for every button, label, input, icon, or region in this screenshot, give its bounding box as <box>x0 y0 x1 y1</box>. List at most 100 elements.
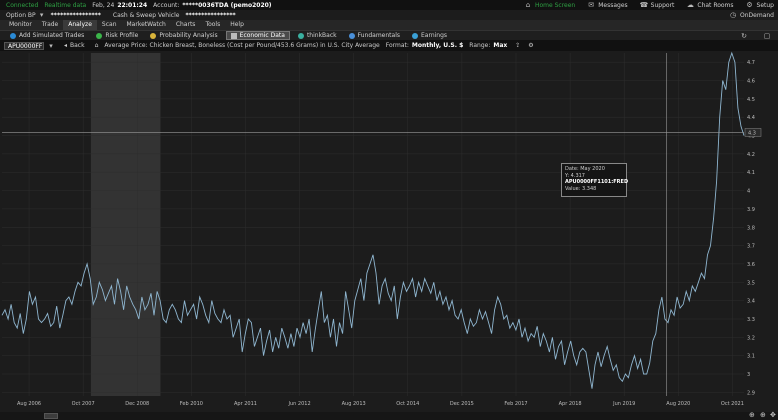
symbol-input[interactable]: APU0000FF1101:FRED <box>4 41 44 50</box>
x-tick-label: Jun 2019 <box>612 401 635 407</box>
gear-icon[interactable]: ⚙ <box>528 42 533 49</box>
x-tick-label: Aug 2013 <box>342 401 366 407</box>
data-tooltip: Date: May 2020 Y: 4.317 APU0000FF1101:FR… <box>561 163 628 197</box>
status-bar: Connected Realtime data Feb, 24 22:01:24… <box>0 0 778 10</box>
y-tick-label: 3.8 <box>747 225 755 231</box>
home-screen-link[interactable]: ⌂ Home Screen <box>524 1 576 9</box>
x-tick-label: Feb 2017 <box>504 401 527 407</box>
fundamentals-icon <box>348 32 355 39</box>
series-title: Average Price: Chicken Breast, Boneless … <box>104 42 380 49</box>
zoom-in-icon[interactable]: ⊕ <box>749 411 755 419</box>
menu-monitor[interactable]: Monitor <box>4 20 37 30</box>
chevron-down-icon[interactable]: ▾ <box>38 12 46 19</box>
back-arrow-icon[interactable]: ◂ <box>64 42 67 49</box>
main-menu: Monitor Trade Analyze Scan MarketWatch C… <box>0 20 778 30</box>
x-tick-label: Oct 2014 <box>396 401 419 407</box>
x-tick-label: Jun 2012 <box>288 401 311 407</box>
plus-icon <box>10 32 16 39</box>
tooltip-date: May 2020 <box>580 166 605 172</box>
y-tick-label: 4.5 <box>747 97 755 103</box>
y-tick-label: 4.4 <box>747 115 755 121</box>
account-label: Account: <box>153 1 180 9</box>
menu-charts[interactable]: Charts <box>171 20 201 30</box>
y-tick-label: 4.1 <box>747 170 755 176</box>
chart-plot[interactable]: 2.9 3 3.1 3.2 3.3 3.4 3.5 3.6 3.7 3.8 3.9 4 4.1 4.2 4.… <box>0 51 778 420</box>
menu-analyze[interactable]: Analyze <box>63 20 97 30</box>
zoom-icon[interactable]: ⊕ <box>760 411 766 419</box>
tab-thinkback[interactable]: thinkBack <box>294 31 341 40</box>
ondemand-button[interactable]: ◷ OnDemand <box>729 12 774 19</box>
x-tick-label: Aug 2020 <box>666 401 690 407</box>
home-icon: ⌂ <box>525 1 531 9</box>
share-icon[interactable]: ⇪ <box>515 42 520 49</box>
tab-economic-data[interactable]: Economic Data <box>225 31 290 40</box>
range-value[interactable]: Max <box>493 42 507 49</box>
x-tick-label: Aug 2006 <box>17 401 41 407</box>
format-label: Format: <box>385 42 409 49</box>
account-value[interactable]: *****0036TDA (pemo2020) <box>182 2 271 9</box>
setup-link[interactable]: ⚙ Setup <box>746 2 774 9</box>
refresh-icon: ↻ <box>741 31 747 40</box>
envelope-icon: ✉ <box>588 1 595 9</box>
chevron-down-icon[interactable]: ▾ <box>47 42 55 49</box>
support-link[interactable]: ☎ Support <box>640 2 675 9</box>
range-label: Range: <box>469 42 491 49</box>
bank-icon <box>230 32 237 39</box>
gear-icon: ⚙ <box>746 1 753 9</box>
y-tick-label: 3.3 <box>747 317 755 323</box>
link-button[interactable]: ▢ <box>763 31 774 40</box>
menu-tools[interactable]: Tools <box>200 20 225 30</box>
messages-link[interactable]: ✉ Messages <box>587 2 627 9</box>
tab-risk-profile[interactable]: Risk Profile <box>92 31 142 40</box>
chart-scrollbar[interactable]: ⊕ ⊕ ✥ <box>0 411 778 420</box>
menu-marketwatch[interactable]: MarketWatch <box>122 20 171 30</box>
back-button[interactable]: Back <box>70 42 85 49</box>
option-bp-label: Option BP <box>6 11 36 19</box>
tab-fundamentals[interactable]: Fundamentals <box>345 31 404 40</box>
link-icon: ▢ <box>763 31 771 40</box>
tab-add-simulated-trades[interactable]: Add Simulated Trades <box>6 31 88 40</box>
y-tick-label: 4 <box>747 189 750 195</box>
refresh-button[interactable]: ↻ <box>740 31 751 40</box>
tab-earnings[interactable]: Earnings <box>408 31 451 40</box>
x-tick-label: Feb 2010 <box>180 401 203 407</box>
economic-chart[interactable]: 2.9 3 3.1 3.2 3.3 3.4 3.5 3.6 3.7 3.8 3.9 4 4.1 4.2 4.… <box>0 51 778 420</box>
connection-status: Connected <box>6 1 39 9</box>
earnings-icon <box>412 32 418 39</box>
y-tick-label: 2.9 <box>747 390 755 396</box>
home-icon[interactable]: ⌂ <box>95 42 99 49</box>
chat-rooms-link[interactable]: ☁ Chat Rooms <box>686 1 734 9</box>
scroll-thumb[interactable] <box>44 413 58 419</box>
y-tick-label: 4.7 <box>747 60 755 66</box>
x-tick-label: Oct 2021 <box>721 401 744 407</box>
menu-scan[interactable]: Scan <box>97 20 122 30</box>
y-tick-label: 3.5 <box>747 280 755 286</box>
format-value[interactable]: Monthly, U.S. $ <box>412 42 463 49</box>
menu-help[interactable]: Help <box>225 20 249 30</box>
y-crosshair-label: 4.3 <box>748 130 756 136</box>
data-mode: Realtime data <box>44 1 87 9</box>
chat-icon: ☁ <box>686 1 694 9</box>
pan-icon[interactable]: ✥ <box>770 411 776 419</box>
risk-profile-icon <box>96 32 103 39</box>
cash-label: Cash & Sweep Vehicle <box>112 11 180 19</box>
account-bar: Option BP ▾ **************** Cash & Swee… <box>0 10 778 20</box>
x-tick-label: Apr 2018 <box>559 401 582 407</box>
y-tick-label: 3.7 <box>747 244 755 250</box>
tab-probability-analysis[interactable]: Probability Analysis <box>146 31 221 40</box>
status-date: Feb, 24 <box>92 1 115 9</box>
option-bp-value: **************** <box>50 11 101 19</box>
x-tick-label: Apr 2011 <box>234 401 257 407</box>
y-tick-label: 3 <box>747 372 750 378</box>
x-tick-label: Dec 2008 <box>125 401 149 407</box>
tooltip-value: 3.348 <box>582 185 597 192</box>
status-time: 22:01:24 <box>117 1 148 9</box>
y-tick-label: 4.6 <box>747 79 755 85</box>
thinkback-icon <box>297 32 304 39</box>
y-tick-label: 3.6 <box>747 262 755 268</box>
economic-data-nav: APU0000FF1101:FRED ▾ ◂ Back ⌂ Average Pr… <box>0 40 778 51</box>
menu-trade[interactable]: Trade <box>37 20 63 30</box>
y-tick-label: 3.9 <box>747 207 755 213</box>
headset-icon: ☎ <box>639 1 649 9</box>
clock-icon: ◷ <box>729 11 737 19</box>
